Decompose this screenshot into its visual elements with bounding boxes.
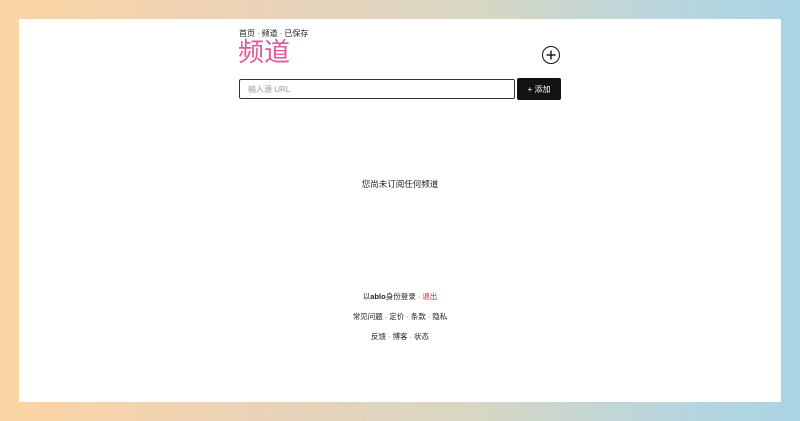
breadcrumb-channels-link[interactable]: 频道 [262, 29, 278, 38]
status-link[interactable]: 状态 [414, 332, 429, 341]
breadcrumb-saved-link[interactable]: 已保存 [284, 29, 308, 38]
breadcrumb-home-link[interactable]: 首页 [239, 29, 255, 38]
pricing-link[interactable]: 定价 [389, 312, 404, 321]
footer: 以ablo身份登录 · 退出 常见问题 · 定价 · 条款 · 隐私 反馈 · 博客 · 状态 [239, 292, 561, 352]
faq-link[interactable]: 常见问题 [353, 312, 383, 321]
logout-link[interactable]: 退出 [422, 292, 437, 301]
content-column: 首页·频道·已保存 频道 + 添加 您尚未订阅任何频道 以ablo身份登录·退出… [238, 19, 561, 402]
footer-separator: · [409, 332, 413, 341]
footer-separator: · [417, 292, 421, 301]
terms-link[interactable]: 条款 [411, 312, 426, 321]
empty-state-message: 您尚未订阅任何频道 [361, 179, 439, 189]
footer-links-row-2: 反馈 · 博客 · 状态 [239, 332, 561, 342]
username: ablo [370, 292, 386, 301]
footer-separator: · [406, 312, 409, 321]
plus-icon [546, 50, 556, 60]
privacy-link[interactable]: 隐私 [432, 312, 447, 321]
login-suffix: 身份登录 [385, 292, 416, 301]
footer-separator: · [384, 312, 388, 321]
breadcrumb-separator: · [279, 29, 283, 38]
add-feed-button[interactable]: + 添加 [517, 78, 561, 100]
breadcrumb-separator: · [257, 29, 260, 38]
feed-url-input[interactable] [239, 79, 515, 99]
blog-link[interactable]: 博客 [393, 332, 408, 341]
footer-separator: · [427, 312, 431, 321]
add-channel-icon-button[interactable] [542, 46, 560, 64]
login-status: 以ablo身份登录 · 退出 [239, 292, 561, 302]
main-card: 首页·频道·已保存 频道 + 添加 您尚未订阅任何频道 以ablo身份登录·退出… [19, 19, 781, 402]
page-title: 频道 [238, 38, 291, 68]
feedback-link[interactable]: 反馈 [371, 332, 386, 341]
footer-separator: · [388, 332, 391, 341]
footer-links-row-1: 常见问题 · 定价 · 条款 · 隐私 [239, 312, 561, 322]
